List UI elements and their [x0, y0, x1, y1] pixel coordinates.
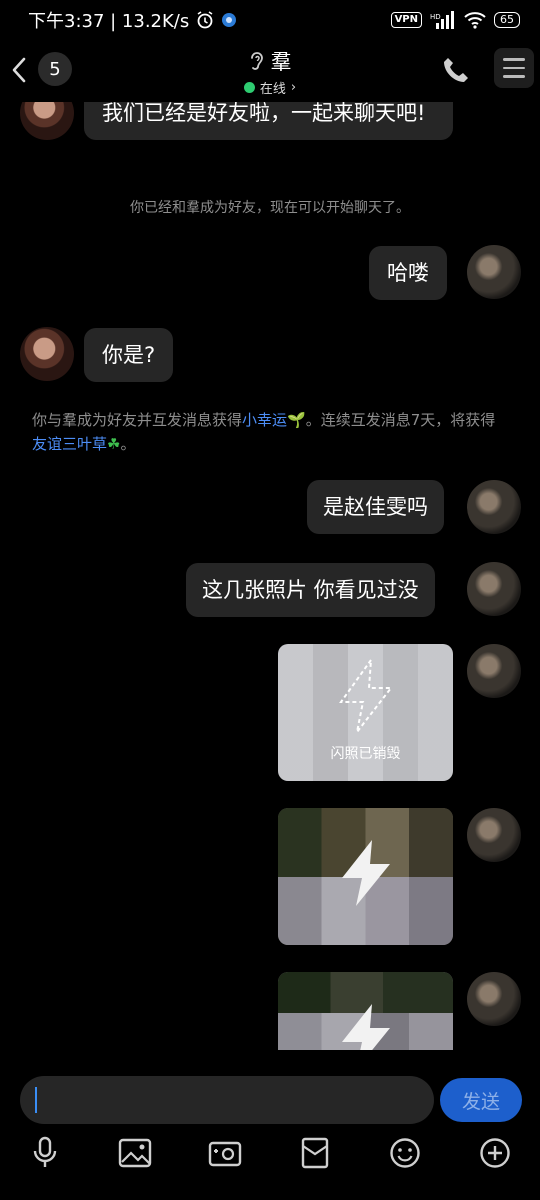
- ear-icon: [250, 52, 263, 70]
- unread-count-badge[interactable]: 5: [38, 52, 72, 86]
- vpn-indicator: VPN: [390, 12, 422, 28]
- online-status: 在线: [259, 82, 286, 97]
- clover-icon: ☘: [107, 435, 121, 453]
- status-chevron-icon: ›: [290, 80, 297, 95]
- online-dot-icon: [243, 82, 255, 93]
- message-bubble-outgoing[interactable]: 这几张照片 你看见过没: [186, 563, 435, 617]
- status-bar: 下午3:37 | 13.2K/s VPN HD 65: [0, 0, 540, 40]
- camera-icon: [208, 1141, 242, 1167]
- message-bubble-outgoing[interactable]: 哈喽: [369, 246, 447, 300]
- message-bubble-incoming[interactable]: 你是?: [84, 328, 174, 382]
- message-input[interactable]: [20, 1076, 434, 1124]
- contact-avatar[interactable]: [20, 327, 74, 381]
- signal-icon: HD: [430, 11, 454, 29]
- phone-icon: [444, 58, 468, 82]
- reward-text: 你与羣成为好友并互发消息获得: [32, 411, 243, 429]
- input-toolbar: [0, 1130, 540, 1176]
- self-avatar[interactable]: [467, 972, 521, 1026]
- plus-circle-icon: [480, 1138, 510, 1168]
- camera-button[interactable]: [206, 1134, 244, 1172]
- self-avatar[interactable]: [467, 808, 521, 862]
- reward-link-clover[interactable]: 友谊三叶草: [32, 435, 107, 453]
- system-message-reward: 你与羣成为好友并互发消息获得小幸运🌱。连续互发消息7天，将获得友谊三叶草☘。: [32, 408, 508, 456]
- photo-destroyed-label: 闪照已销毁: [330, 746, 401, 762]
- reward-link-lucky[interactable]: 小幸运: [242, 411, 287, 429]
- app-notification-icon: [222, 13, 237, 27]
- sprout-icon: 🌱: [287, 411, 306, 429]
- lightning-icon: [342, 840, 390, 906]
- flash-photo[interactable]: [278, 808, 453, 945]
- chevron-left-icon: [12, 57, 26, 83]
- wifi-icon: [464, 12, 486, 29]
- voice-button[interactable]: [26, 1134, 64, 1172]
- message-list[interactable]: 我们已经是好友啦，一起来聊天吧! 你已经和羣成为好友，现在可以开始聊天了。 哈喽…: [0, 102, 540, 1050]
- lightning-icon: [342, 1004, 390, 1050]
- message-bubble-incoming[interactable]: 我们已经是好友啦，一起来聊天吧!: [84, 102, 453, 140]
- self-avatar[interactable]: [467, 644, 521, 698]
- contact-title-area[interactable]: 羣 在线 ›: [170, 46, 370, 97]
- svg-text:HD: HD: [430, 13, 441, 21]
- chat-header: 5 羣 在线 ›: [0, 40, 540, 102]
- send-button[interactable]: 发送: [440, 1078, 522, 1122]
- status-time-speed: 下午3:37 | 13.2K/s: [28, 11, 190, 32]
- flash-photo-destroyed[interactable]: 闪照已销毁: [278, 644, 453, 781]
- red-packet-icon: [301, 1137, 329, 1169]
- image-button[interactable]: [116, 1134, 154, 1172]
- red-packet-button[interactable]: [296, 1134, 334, 1172]
- system-message: 你已经和羣成为好友，现在可以开始聊天了。: [130, 200, 410, 216]
- image-icon: [118, 1138, 152, 1168]
- emoji-button[interactable]: [386, 1134, 424, 1172]
- lightning-icon: [339, 658, 394, 733]
- call-button[interactable]: [440, 54, 472, 86]
- contact-avatar[interactable]: [20, 102, 74, 140]
- contact-name: 羣: [270, 50, 292, 74]
- flash-photo[interactable]: [278, 972, 453, 1050]
- reward-text: 。: [120, 435, 136, 453]
- self-avatar[interactable]: [467, 562, 521, 616]
- alarm-icon: [197, 11, 213, 29]
- self-avatar[interactable]: [467, 245, 521, 299]
- more-button[interactable]: [476, 1134, 514, 1172]
- menu-icon: [503, 58, 525, 61]
- battery-indicator: 65: [494, 12, 520, 28]
- text-cursor: [35, 1087, 37, 1113]
- self-avatar[interactable]: [467, 480, 521, 534]
- menu-button[interactable]: [494, 48, 534, 88]
- unread-count: 5: [49, 58, 61, 80]
- microphone-icon: [33, 1136, 57, 1167]
- message-bubble-outgoing[interactable]: 是赵佳雯吗: [307, 480, 444, 534]
- back-button[interactable]: [6, 52, 32, 88]
- emoji-icon: [390, 1138, 420, 1168]
- reward-text: 。连续互发消息7天，将获得: [305, 411, 496, 429]
